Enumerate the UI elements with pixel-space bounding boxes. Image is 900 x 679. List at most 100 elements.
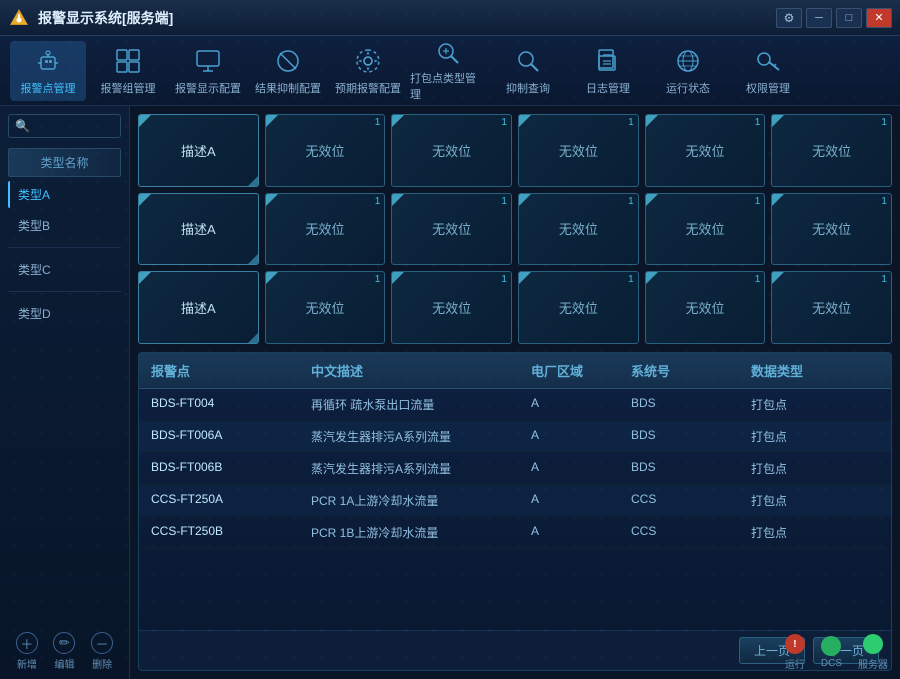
- table-row[interactable]: CCS-FT250APCR 1A上游冷却水流量ACCS打包点: [139, 485, 891, 517]
- add-label: 新增: [17, 656, 37, 671]
- add-action[interactable]: ＋ 新增: [16, 632, 38, 671]
- grid-cell-r1-c0[interactable]: 描述A: [138, 193, 259, 266]
- search-box[interactable]: 🔍: [8, 114, 121, 138]
- toolbar-item-alarm-point[interactable]: 报警点管理: [10, 41, 86, 101]
- table-header-cell-1: 中文描述: [311, 361, 531, 380]
- grid-cell-r1-c4[interactable]: 1无效位: [645, 193, 766, 266]
- toolbar-label-auth-mgmt: 权限管理: [746, 80, 790, 96]
- table-header-cell-3: 系统号: [631, 361, 751, 380]
- grid-cell-r2-c1[interactable]: 1无效位: [265, 271, 386, 344]
- grid-cell-r1-c1[interactable]: 1无效位: [265, 193, 386, 266]
- toolbar-label-run-status: 运行状态: [666, 80, 710, 96]
- grid-cell-r1-c2[interactable]: 1无效位: [391, 193, 512, 266]
- type-header: 类型名称: [8, 148, 121, 177]
- right-panel: 描述A1无效位1无效位1无效位1无效位1无效位描述A1无效位1无效位1无效位1无…: [130, 106, 900, 679]
- toolbar-item-pre-alarm[interactable]: 预期报警配置: [330, 41, 406, 101]
- delete-icon: －: [91, 632, 113, 654]
- status-dot-0: !: [785, 634, 805, 654]
- doc-icon: [593, 46, 623, 76]
- sidebar-item-typeD[interactable]: 类型D: [8, 300, 121, 327]
- grid-cell-r0-c1[interactable]: 1无效位: [265, 114, 386, 187]
- table-cell-r3-c3: CCS: [631, 492, 751, 509]
- toolbar-label-alarm-display: 报警显示配置: [175, 80, 241, 96]
- grid-cell-r0-c2[interactable]: 1无效位: [391, 114, 512, 187]
- grid-cell-r0-c3[interactable]: 1无效位: [518, 114, 639, 187]
- table-header-cell-4: 数据类型: [751, 361, 851, 380]
- edit-action[interactable]: ✏ 编辑: [53, 632, 75, 671]
- delete-action[interactable]: － 删除: [91, 632, 113, 671]
- search-icon: 🔍: [15, 119, 30, 133]
- toolbar-label-alarm-group: 报警组管理: [101, 80, 156, 96]
- table-cell-r0-c1: 再循环 疏水泵出口流量: [311, 396, 531, 413]
- table-row[interactable]: BDS-FT006A蒸汽发生器排污A系列流量ABDS打包点: [139, 421, 891, 453]
- toolbar-item-result-suppress[interactable]: 结果抑制配置: [250, 41, 326, 101]
- table-cell-r1-c1: 蒸汽发生器排污A系列流量: [311, 428, 531, 445]
- table-row[interactable]: CCS-FT250BPCR 1B上游冷却水流量ACCS打包点: [139, 517, 891, 549]
- toolbar-label-log-mgmt: 日志管理: [586, 80, 630, 96]
- table-cell-r1-c0: BDS-FT006A: [151, 428, 311, 445]
- grid-cell-r0-c0[interactable]: 描述A: [138, 114, 259, 187]
- status-item-1: DCS: [821, 636, 842, 669]
- table-cell-r1-c2: A: [531, 428, 631, 445]
- sidebar-item-typeC[interactable]: 类型C: [8, 256, 121, 283]
- sidebar-divider-2: [8, 291, 121, 292]
- sidebar: 🔍 类型名称 类型A 类型B 类型C 类型D ＋ 新增 ✏ 编辑 － 删除: [0, 106, 130, 679]
- ban-icon: [273, 46, 303, 76]
- grid-cell-r2-c3[interactable]: 1无效位: [518, 271, 639, 344]
- grid-icon: [113, 46, 143, 76]
- toolbar-item-pack-type[interactable]: 打包点类型管理: [410, 41, 486, 101]
- toolbar-item-suppress-query[interactable]: 抑制查询: [490, 41, 566, 101]
- table-cell-r4-c0: CCS-FT250B: [151, 524, 311, 541]
- status-item-2: 服务器: [858, 634, 888, 671]
- status-label-1: DCS: [821, 658, 842, 669]
- toolbar: 报警点管理 报警组管理 报警显示配置: [0, 36, 900, 106]
- sidebar-item-typeA[interactable]: 类型A: [8, 181, 121, 208]
- title-bar: 报警显示系统[服务端] ⚙ ─ □ ✕: [0, 0, 900, 36]
- sidebar-divider-1: [8, 247, 121, 248]
- grid-cell-r2-c2[interactable]: 1无效位: [391, 271, 512, 344]
- status-dot-2: [863, 634, 883, 654]
- grid-cell-r2-c5[interactable]: 1无效位: [771, 271, 892, 344]
- table-cell-r2-c2: A: [531, 460, 631, 477]
- robot-icon: [33, 46, 63, 76]
- toolbar-item-auth-mgmt[interactable]: 权限管理: [730, 41, 806, 101]
- grid-cell-r0-c5[interactable]: 1无效位: [771, 114, 892, 187]
- search-pack-icon: [433, 40, 463, 66]
- table-cell-r1-c4: 打包点: [751, 428, 851, 445]
- grid-area: 描述A1无效位1无效位1无效位1无效位1无效位描述A1无效位1无效位1无效位1无…: [138, 114, 892, 344]
- table-cell-r1-c3: BDS: [631, 428, 751, 445]
- table-cell-r4-c3: CCS: [631, 524, 751, 541]
- app-title: 报警显示系统[服务端]: [38, 8, 173, 28]
- grid-cell-r2-c0[interactable]: 描述A: [138, 271, 259, 344]
- title-left: 报警显示系统[服务端]: [8, 7, 173, 29]
- close-button[interactable]: ✕: [866, 8, 892, 28]
- sidebar-item-typeB[interactable]: 类型B: [8, 212, 121, 239]
- table-cell-r4-c2: A: [531, 524, 631, 541]
- grid-cell-r1-c3[interactable]: 1无效位: [518, 193, 639, 266]
- table-cell-r0-c2: A: [531, 396, 631, 413]
- maximize-button[interactable]: □: [836, 8, 862, 28]
- table-cell-r0-c0: BDS-FT004: [151, 396, 311, 413]
- toolbar-item-log-mgmt[interactable]: 日志管理: [570, 41, 646, 101]
- table-row[interactable]: BDS-FT006B蒸汽发生器排污A系列流量ABDS打包点: [139, 453, 891, 485]
- toolbar-item-alarm-display[interactable]: 报警显示配置: [170, 41, 246, 101]
- settings-button[interactable]: ⚙: [776, 8, 802, 28]
- table-cell-r3-c4: 打包点: [751, 492, 851, 509]
- table-header-cell-2: 电厂区域: [531, 361, 631, 380]
- status-bar: !运行 DCS 服务器: [785, 634, 888, 671]
- toolbar-item-run-status[interactable]: 运行状态: [650, 41, 726, 101]
- grid-cell-r0-c4[interactable]: 1无效位: [645, 114, 766, 187]
- table-cell-r0-c4: 打包点: [751, 396, 851, 413]
- table-cell-r2-c3: BDS: [631, 460, 751, 477]
- table-row[interactable]: BDS-FT004再循环 疏水泵出口流量ABDS打包点: [139, 389, 891, 421]
- toolbar-item-alarm-group[interactable]: 报警组管理: [90, 41, 166, 101]
- minimize-button[interactable]: ─: [806, 8, 832, 28]
- sidebar-actions: ＋ 新增 ✏ 编辑 － 删除: [8, 632, 121, 671]
- grid-cell-r2-c4[interactable]: 1无效位: [645, 271, 766, 344]
- grid-cell-r1-c5[interactable]: 1无效位: [771, 193, 892, 266]
- table-header: 报警点中文描述电厂区域系统号数据类型: [139, 353, 891, 389]
- table-area: 报警点中文描述电厂区域系统号数据类型 BDS-FT004再循环 疏水泵出口流量A…: [138, 352, 892, 671]
- table-cell-r0-c3: BDS: [631, 396, 751, 413]
- table-body: BDS-FT004再循环 疏水泵出口流量ABDS打包点BDS-FT006A蒸汽发…: [139, 389, 891, 630]
- status-item-0: !运行: [785, 634, 805, 671]
